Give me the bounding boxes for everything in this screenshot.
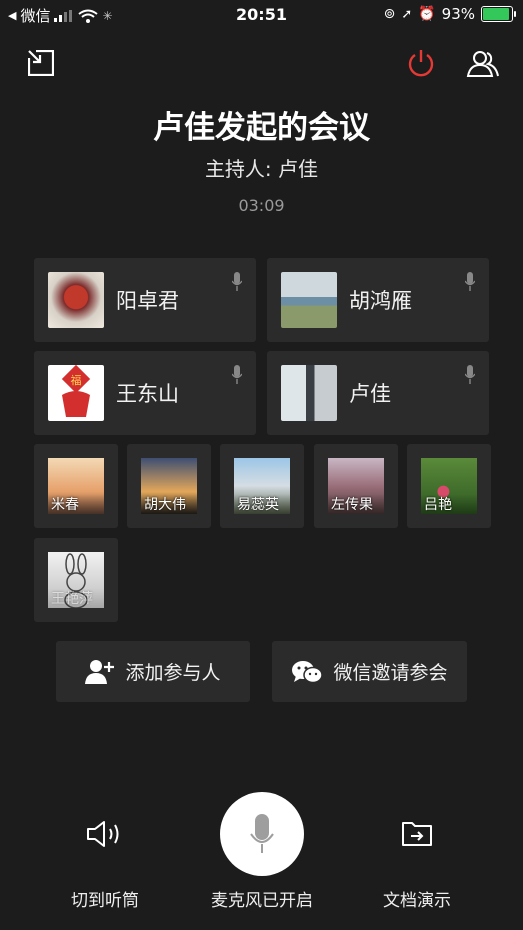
earpiece-label[interactable]: 切到听筒 — [60, 886, 150, 911]
avatar — [48, 272, 104, 328]
wechat-invite-button[interactable]: 微信邀请参会 — [272, 641, 467, 702]
svg-text:福: 福 — [71, 373, 82, 387]
mic-icon — [465, 365, 475, 384]
avatar: 福 — [48, 365, 104, 421]
mic-icon — [232, 272, 242, 291]
participant-tile[interactable]: 胡大伟 — [127, 444, 211, 528]
status-bar: ◀ 微信 ✳ 20:51 ⊚ ➚ ⏰ 93% — [0, 0, 523, 30]
wechat-invite-label: 微信邀请参会 — [333, 662, 448, 684]
battery-icon — [481, 6, 516, 22]
doc-share-label[interactable]: 文档演示 — [372, 886, 462, 911]
rotation-lock-icon: ⊚ — [383, 6, 396, 22]
members-icon[interactable] — [466, 48, 500, 78]
participant-name: 卢佳 — [349, 382, 391, 406]
participant-name: 胡大伟 — [141, 494, 197, 514]
participant-tile[interactable]: 易蕊英 — [220, 444, 304, 528]
participant-name: 胡鸿雁 — [349, 289, 412, 313]
minimize-window-icon[interactable] — [28, 50, 54, 76]
mic-icon — [232, 365, 242, 384]
participant-tile[interactable]: 福 王东山 — [34, 351, 256, 435]
participant-tile[interactable]: 阳卓君 — [34, 258, 256, 342]
participant-name: 吕艳 — [421, 494, 477, 514]
mic-status-label: 麦克风已开启 — [211, 891, 313, 911]
participant-name: 王艳萍 — [48, 588, 104, 608]
participant-tile[interactable]: 吕艳 — [407, 444, 491, 528]
avatar — [281, 365, 337, 421]
alarm-icon: ⏰ — [418, 6, 436, 22]
add-participant-button[interactable]: 添加参与人 — [56, 641, 250, 702]
participant-tile[interactable]: 王艳萍 — [34, 538, 118, 622]
speaker-icon[interactable] — [86, 820, 124, 848]
mic-icon — [465, 272, 475, 291]
participant-name: 左传果 — [328, 494, 384, 514]
meeting-host: 主持人: 卢佳 — [204, 157, 319, 181]
power-icon[interactable] — [406, 48, 436, 78]
meeting-title: 卢佳发起的会议 — [153, 110, 370, 146]
wechat-icon — [292, 660, 324, 683]
share-document-icon[interactable] — [402, 820, 432, 846]
participant-name: 王东山 — [116, 382, 179, 406]
meeting-timer: 03:09 — [238, 196, 285, 215]
participant-tile[interactable]: 左传果 — [314, 444, 398, 528]
add-user-icon — [85, 659, 115, 684]
mic-toggle-button[interactable] — [220, 792, 304, 876]
participant-name: 阳卓君 — [116, 289, 179, 313]
avatar — [281, 272, 337, 328]
battery-percent: 93% — [441, 5, 475, 23]
participant-tile[interactable]: 胡鸿雁 — [267, 258, 489, 342]
participant-name: 易蕊英 — [234, 494, 290, 514]
participant-tile[interactable]: 卢佳 — [267, 351, 489, 435]
microphone-icon — [250, 814, 274, 853]
participant-name: 米春 — [48, 494, 104, 514]
add-participant-label: 添加参与人 — [125, 662, 221, 684]
participant-tile[interactable]: 米春 — [34, 444, 118, 528]
location-icon: ➚ — [401, 6, 413, 22]
